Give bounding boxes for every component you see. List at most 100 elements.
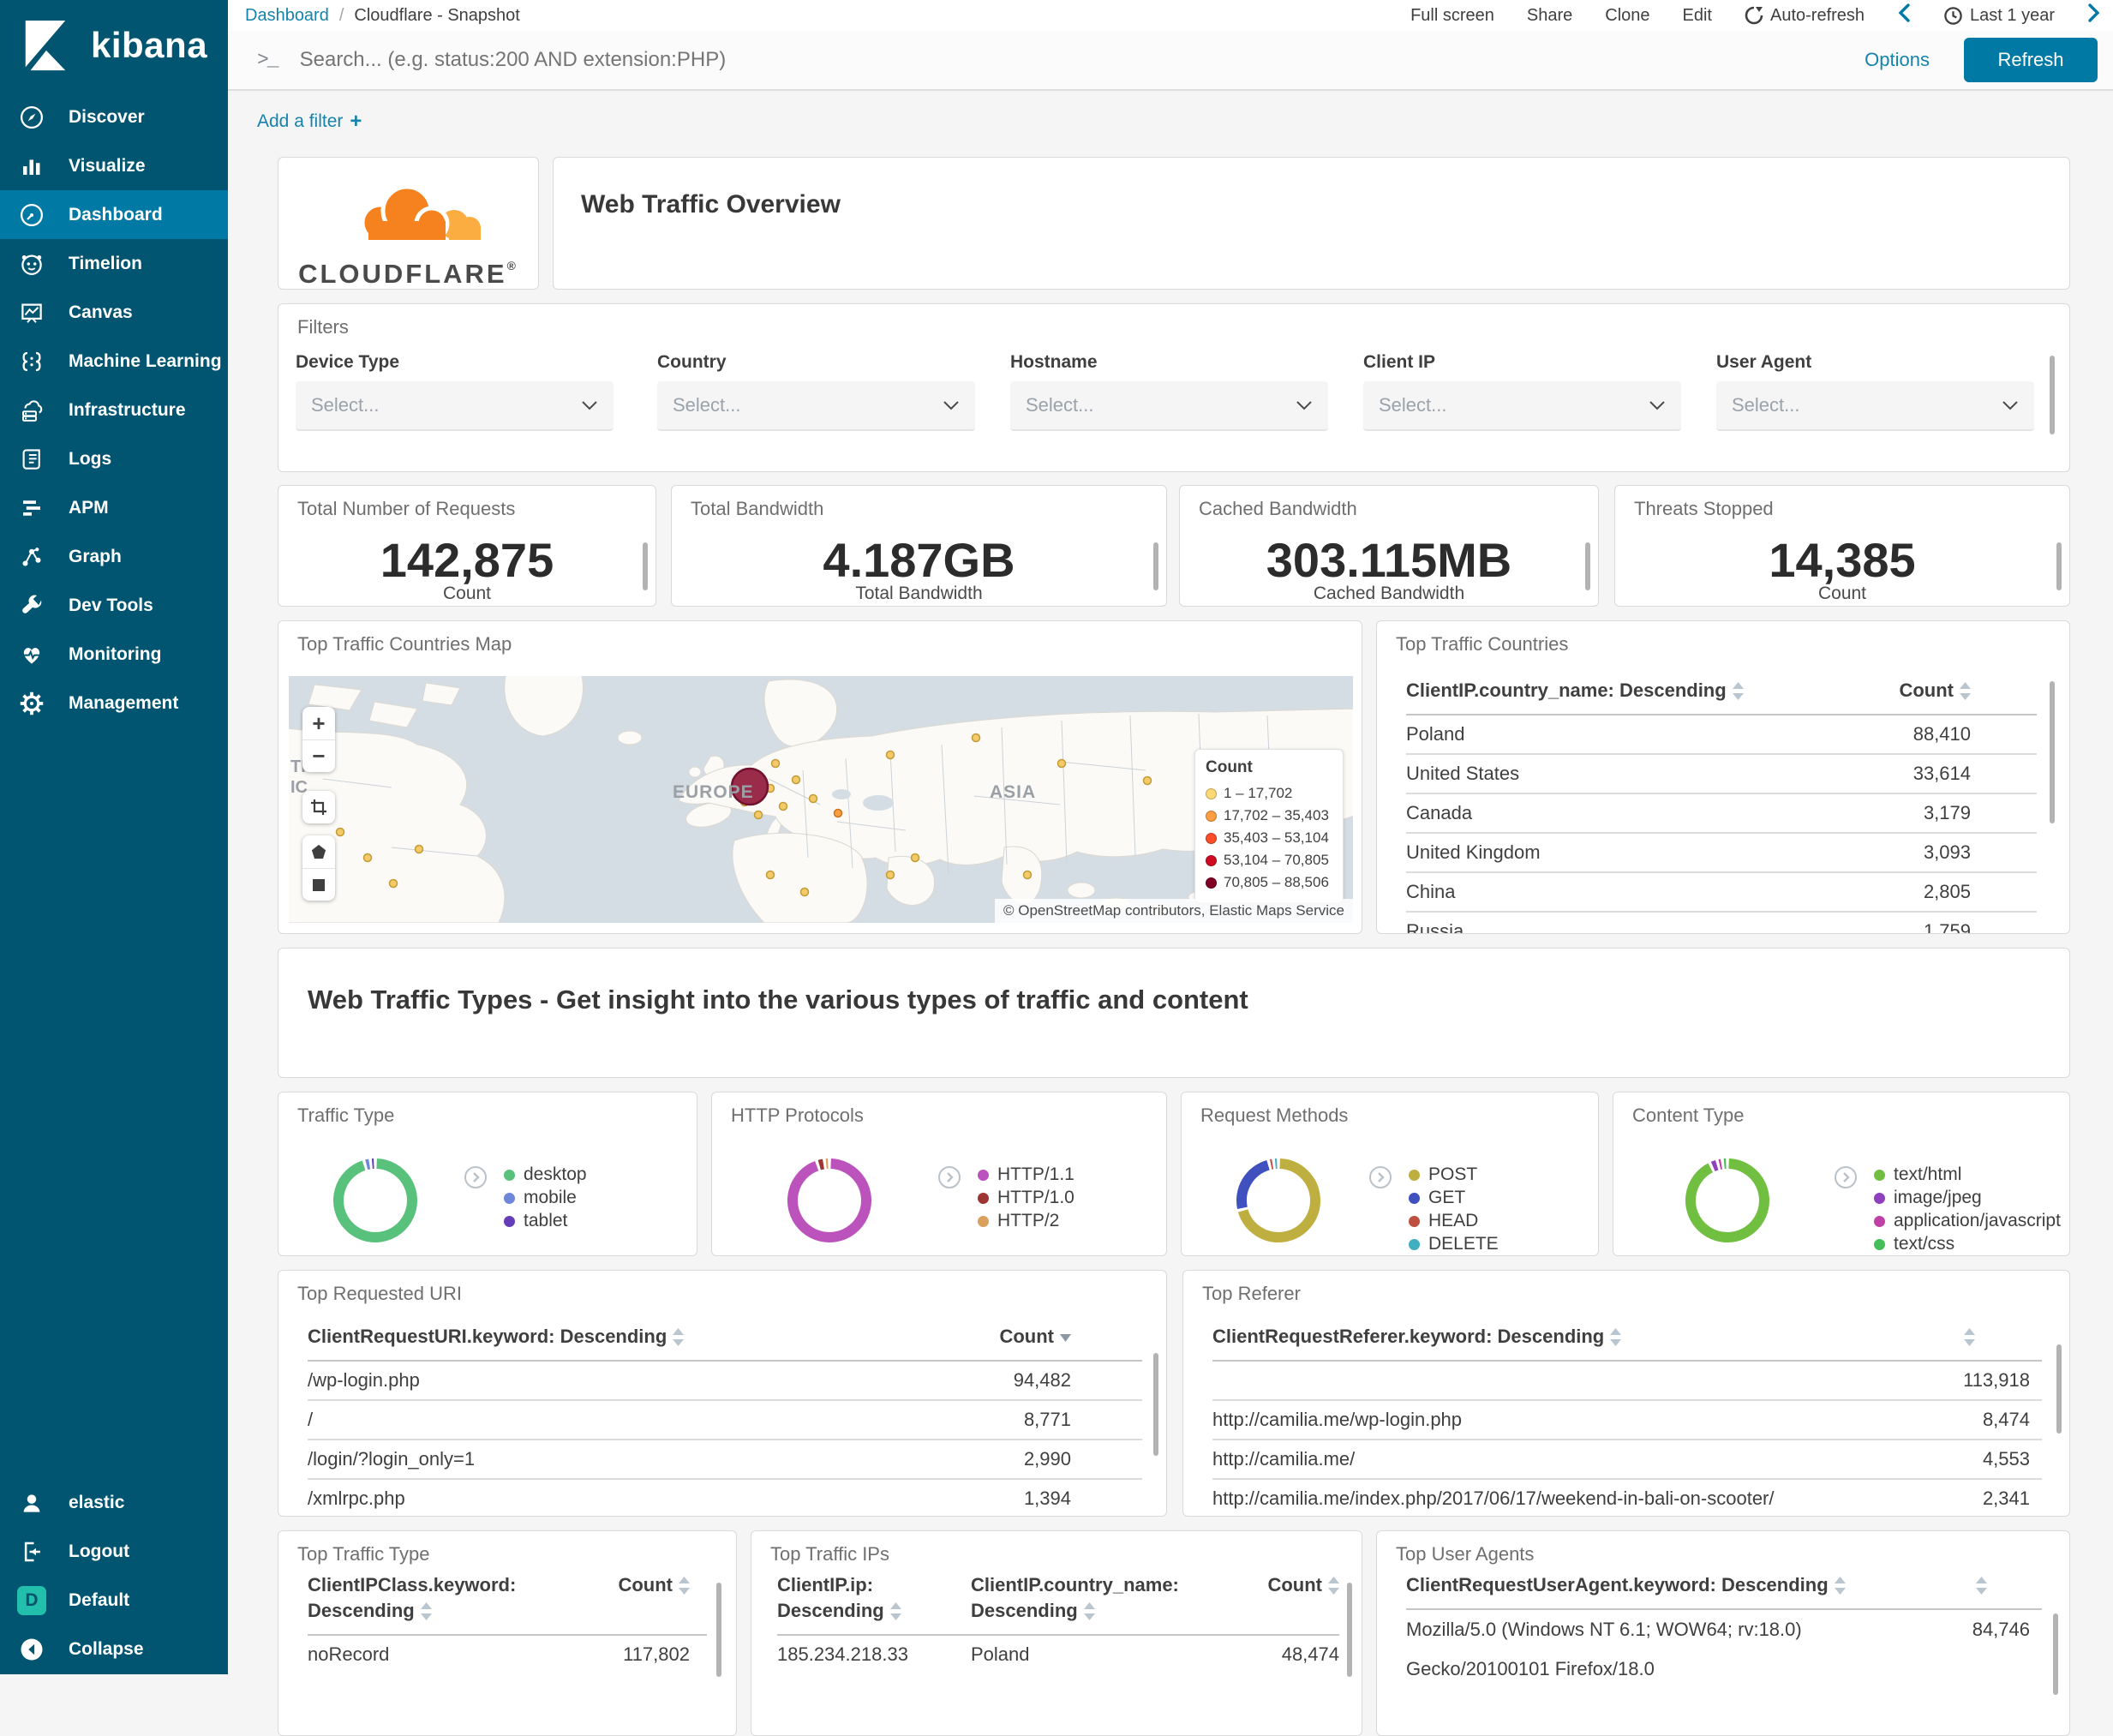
- query-prompt-icon: >_: [257, 49, 279, 71]
- traffic-type-scrollbar[interactable]: [716, 1583, 721, 1677]
- column-header[interactable]: Count: [1865, 678, 2037, 703]
- add-filter-link[interactable]: Add a filter +: [257, 110, 362, 134]
- filter-select[interactable]: Select...: [1716, 381, 2034, 431]
- sidebar-item-label: Visualize: [69, 155, 146, 176]
- sidebar-item-visualize[interactable]: Visualize: [0, 141, 228, 190]
- donut-legend-item[interactable]: text/css: [1874, 1234, 1954, 1254]
- donut-legend-item[interactable]: HTTP/2: [978, 1211, 1059, 1231]
- column-header[interactable]: ClientRequestURI.keyword: Descending: [308, 1324, 954, 1350]
- map-zoom-out-button[interactable]: −: [302, 739, 335, 772]
- column-header[interactable]: Count: [954, 1324, 1142, 1350]
- legend-expand-icon[interactable]: [938, 1166, 961, 1193]
- refresh-button[interactable]: Refresh: [1964, 38, 2098, 82]
- sidebar-item-dashboard[interactable]: Dashboard: [0, 190, 228, 239]
- full-screen-button[interactable]: Full screen: [1410, 6, 1494, 26]
- donut-legend-item[interactable]: image/jpeg: [1874, 1188, 1982, 1208]
- donut-legend-item[interactable]: HEAD: [1409, 1211, 1478, 1231]
- column-header[interactable]: [1888, 1324, 2042, 1350]
- uri-panel-title: Top Requested URI: [297, 1283, 462, 1304]
- sidebar-footer-user[interactable]: elastic: [0, 1478, 228, 1527]
- clone-button[interactable]: Clone: [1605, 6, 1649, 26]
- donut-legend-item[interactable]: POST: [1409, 1164, 1477, 1185]
- legend-expand-icon[interactable]: [1369, 1166, 1392, 1193]
- column-header[interactable]: [1939, 1572, 2042, 1598]
- breadcrumb-dashboard-link[interactable]: Dashboard: [245, 6, 329, 26]
- legend-expand-icon[interactable]: [1835, 1166, 1857, 1193]
- kibana-logo[interactable]: kibana: [0, 0, 228, 93]
- sidebar-item-infrastructure[interactable]: Infrastructure: [0, 386, 228, 434]
- donut-legend-item[interactable]: DELETE: [1409, 1234, 1499, 1254]
- filter-select[interactable]: Select...: [1010, 381, 1328, 431]
- map-attribution: © OpenStreetMap contributors, Elastic Ma…: [994, 899, 1353, 923]
- auto-refresh-button[interactable]: Auto-refresh: [1745, 6, 1865, 26]
- time-range-button[interactable]: Last 1 year: [1943, 6, 2055, 26]
- metric-scrollbar[interactable]: [2056, 542, 2062, 590]
- sidebar-footer-space[interactable]: D Default: [0, 1576, 228, 1625]
- filter-label: Device Type: [296, 352, 400, 372]
- donut-legend-item[interactable]: mobile: [504, 1188, 577, 1208]
- overview-title-panel: Web Traffic Overview: [553, 157, 2070, 290]
- edit-button[interactable]: Edit: [1683, 6, 1712, 26]
- metric-scrollbar[interactable]: [643, 542, 648, 590]
- sidebar-footer-label: Collapse: [69, 1638, 144, 1659]
- donut-legend-item[interactable]: tablet: [504, 1211, 567, 1231]
- user-agents-scrollbar[interactable]: [2053, 1613, 2058, 1695]
- donut-legend-item[interactable]: GET: [1409, 1188, 1465, 1208]
- column-header[interactable]: ClientRequestReferer.keyword: Descending: [1212, 1324, 1888, 1350]
- donut-legend-item[interactable]: desktop: [504, 1164, 587, 1185]
- legend-expand-icon[interactable]: [464, 1166, 487, 1193]
- sidebar-item-graph[interactable]: Graph: [0, 532, 228, 581]
- map-rectangle-button[interactable]: [302, 868, 335, 901]
- map-legend-item: 70,805 – 88,506: [1206, 871, 1332, 894]
- donut-legend-item[interactable]: text/html: [1874, 1164, 1961, 1185]
- search-input[interactable]: [299, 48, 1865, 72]
- map-zoom-in-button[interactable]: +: [302, 707, 335, 739]
- sidebar-footer-logout[interactable]: Logout: [0, 1527, 228, 1576]
- column-header[interactable]: ClientIP.ip: Descending: [777, 1572, 971, 1624]
- uri-scrollbar[interactable]: [1153, 1353, 1158, 1456]
- column-header[interactable]: ClientIP.country_name: Descending: [1406, 678, 1865, 703]
- sidebar-item-logs[interactable]: Logs: [0, 434, 228, 483]
- map-viewport[interactable]: TH IC EUROPE ASIA + − Count 1 – 17,70217…: [289, 676, 1353, 923]
- sidebar-item-timelion[interactable]: Timelion: [0, 239, 228, 288]
- donut-legend-item[interactable]: HTTP/1.1: [978, 1164, 1074, 1185]
- filter-select[interactable]: Select...: [296, 381, 614, 431]
- table-row: /xmlrpc.php 1,394: [308, 1478, 1142, 1516]
- legend-dot: [504, 1192, 515, 1204]
- time-back-button[interactable]: [1897, 3, 1911, 28]
- ips-scrollbar[interactable]: [1347, 1583, 1352, 1677]
- sidebar-item-monitoring[interactable]: Monitoring: [0, 630, 228, 679]
- column-header[interactable]: ClientIP.country_name: Descending: [971, 1572, 1228, 1624]
- sidebar-item-machine-learning[interactable]: Machine Learning: [0, 337, 228, 386]
- map-label-asia: ASIA: [990, 782, 1037, 802]
- donut-legend-item[interactable]: application/javascript: [1874, 1211, 2061, 1231]
- filters-scrollbar[interactable]: [2050, 356, 2055, 434]
- sidebar-item-apm[interactable]: APM: [0, 483, 228, 532]
- column-header[interactable]: Count: [578, 1572, 707, 1598]
- column-header[interactable]: ClientIPClass.keyword: Descending: [308, 1572, 578, 1624]
- referer-scrollbar[interactable]: [2056, 1344, 2062, 1434]
- column-header[interactable]: ClientRequestUserAgent.keyword: Descendi…: [1406, 1572, 1939, 1598]
- sidebar-item-management[interactable]: Management: [0, 679, 228, 727]
- countries-scrollbar[interactable]: [2050, 681, 2055, 823]
- legend-dot: [1206, 877, 1217, 889]
- legend-dot: [1409, 1192, 1420, 1204]
- sidebar-footer-collapse[interactable]: Collapse: [0, 1625, 228, 1673]
- map-polygon-button[interactable]: [302, 835, 335, 868]
- sidebar-item-discover[interactable]: Discover: [0, 93, 228, 141]
- sidebar-item-label: Timelion: [69, 253, 142, 273]
- column-header[interactable]: Count: [1228, 1572, 1339, 1598]
- metric-scrollbar[interactable]: [1585, 542, 1590, 590]
- timelion-icon: [21, 254, 42, 275]
- metric-title: Threats Stopped: [1634, 498, 1774, 519]
- time-forward-button[interactable]: [2087, 3, 2101, 28]
- donut-legend-item[interactable]: HTTP/1.0: [978, 1188, 1074, 1208]
- sidebar-item-canvas[interactable]: Canvas: [0, 288, 228, 337]
- options-link[interactable]: Options: [1865, 49, 1930, 71]
- sidebar-item-dev-tools[interactable]: Dev Tools: [0, 581, 228, 630]
- map-crop-button[interactable]: [302, 791, 335, 823]
- share-button[interactable]: Share: [1527, 6, 1572, 26]
- metric-scrollbar[interactable]: [1153, 542, 1158, 590]
- filter-select[interactable]: Select...: [657, 381, 975, 431]
- filter-select[interactable]: Select...: [1363, 381, 1681, 431]
